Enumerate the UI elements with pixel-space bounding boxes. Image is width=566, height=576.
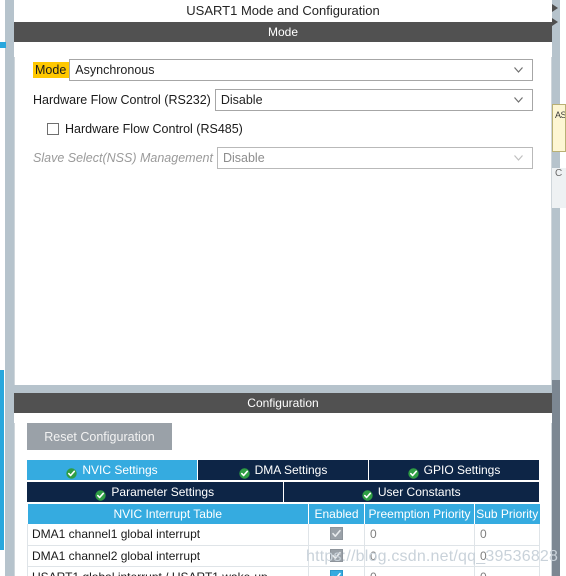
cell-sub-priority: 0: [474, 545, 540, 567]
left-accent-marker-bottom: [0, 370, 4, 550]
nss-management-label: Slave Select(NSS) Management: [33, 151, 213, 165]
tab-nvic-settings-label: NVIC Settings: [82, 463, 158, 477]
settings-tabs-row-2: Parameter Settings User Constants: [27, 482, 539, 502]
tab-gpio-settings[interactable]: GPIO Settings: [369, 460, 539, 480]
side-panel-text: C: [555, 168, 563, 179]
cell-preemption-priority: 0: [364, 524, 475, 546]
check-circle-icon: [66, 465, 78, 479]
usart-configuration-screen: ASD C USART1 Mode and Configuration Mode…: [0, 0, 566, 576]
column-header-sub-priority[interactable]: Sub Priority: [474, 504, 540, 524]
nss-management-field-row: Slave Select(NSS) Management Disable: [33, 145, 533, 171]
tab-parameter-settings[interactable]: Parameter Settings: [27, 482, 284, 502]
checkbox-checked-disabled-icon: [330, 548, 343, 562]
checkbox-checked-active-icon: [330, 569, 343, 576]
nvic-interrupt-table: NVIC Interrupt Table Enabled Preemption …: [27, 504, 540, 576]
table-row[interactable]: DMA1 channel2 global interrupt 0 0: [27, 545, 540, 567]
cell-preemption-priority: 0: [364, 545, 475, 567]
cell-enabled-checkbox[interactable]: [308, 524, 365, 546]
hw-flow-rs232-field-row: Hardware Flow Control (RS232) Disable: [33, 87, 533, 113]
main-panel: USART1 Mode and Configuration Mode Mode …: [14, 0, 552, 576]
tab-parameter-settings-label: Parameter Settings: [111, 485, 215, 499]
tab-dma-settings-label: DMA Settings: [254, 463, 328, 477]
configuration-section-header: Configuration: [14, 393, 552, 413]
page-title: USART1 Mode and Configuration: [14, 0, 552, 22]
hw-flow-rs485-checkbox-row[interactable]: Hardware Flow Control (RS485): [47, 119, 551, 139]
hw-flow-rs232-label: Hardware Flow Control (RS232): [33, 93, 211, 107]
chevron-down-icon: [514, 155, 523, 161]
check-circle-icon: [238, 465, 250, 479]
section-divider: [14, 385, 552, 393]
chevron-down-icon: [514, 97, 523, 103]
cell-interrupt-name: DMA1 channel2 global interrupt: [27, 545, 309, 567]
cell-interrupt-name: USART1 global interrupt / USART1 wake-up…: [27, 566, 309, 576]
check-circle-icon: [95, 487, 107, 501]
tab-user-constants[interactable]: User Constants: [283, 482, 539, 502]
settings-tabs-row-1: NVIC Settings DMA Settings GPIO Settings: [27, 460, 539, 480]
check-circle-icon: [407, 465, 419, 479]
tab-nvic-settings[interactable]: NVIC Settings: [27, 460, 198, 480]
checkbox-checked-disabled-icon: [330, 527, 343, 541]
tab-dma-settings[interactable]: DMA Settings: [198, 460, 369, 480]
table-row[interactable]: DMA1 channel1 global interrupt 0 0: [27, 524, 540, 546]
cell-enabled-checkbox[interactable]: [308, 566, 365, 576]
column-header-enabled[interactable]: Enabled: [308, 504, 365, 524]
cell-preemption-priority: 0: [364, 566, 475, 576]
hw-flow-rs232-value: Disable: [220, 93, 263, 107]
cell-interrupt-name: DMA1 channel1 global interrupt: [27, 524, 309, 546]
table-row[interactable]: USART1 global interrupt / USART1 wake-up…: [27, 566, 540, 576]
mode-section-body: Mode Asynchronous Hardware Flow Control …: [14, 57, 552, 385]
nss-management-combobox[interactable]: Disable: [216, 147, 533, 169]
mode-label: Mode: [33, 62, 70, 78]
table-header-row: NVIC Interrupt Table Enabled Preemption …: [27, 504, 540, 524]
side-panel-clipped: C: [552, 168, 566, 208]
nss-management-value: Disable: [222, 151, 265, 165]
configuration-section-body: Reset Configuration NVIC Settings DMA Se…: [14, 423, 552, 576]
check-circle-icon: [362, 487, 373, 501]
column-header-preemption-priority[interactable]: Preemption Priority: [364, 504, 475, 524]
cell-enabled-checkbox[interactable]: [308, 545, 365, 567]
cell-sub-priority: 0: [474, 566, 540, 576]
mode-field-row: Mode Asynchronous: [33, 57, 533, 83]
hw-flow-rs232-combobox[interactable]: Disable: [214, 89, 533, 111]
hw-flow-rs485-checkbox[interactable]: [47, 123, 59, 135]
mode-section-header: Mode: [14, 22, 552, 42]
right-gutter-edge: [560, 0, 566, 576]
mode-combobox[interactable]: Asynchronous: [69, 59, 533, 81]
cell-sub-priority: 0: [474, 524, 540, 546]
side-tooltip-clipped: ASD: [552, 104, 566, 152]
side-tooltip-text: ASD: [555, 110, 566, 120]
chevron-down-icon: [514, 67, 523, 73]
column-header-interrupt[interactable]: NVIC Interrupt Table: [27, 504, 309, 524]
tab-user-constants-label: User Constants: [377, 485, 461, 499]
reset-configuration-button[interactable]: Reset Configuration: [27, 423, 172, 450]
tab-gpio-settings-label: GPIO Settings: [423, 463, 501, 477]
mode-value: Asynchronous: [75, 63, 155, 77]
left-accent-marker-top: [0, 42, 6, 48]
hw-flow-rs485-label: Hardware Flow Control (RS485): [65, 122, 243, 136]
